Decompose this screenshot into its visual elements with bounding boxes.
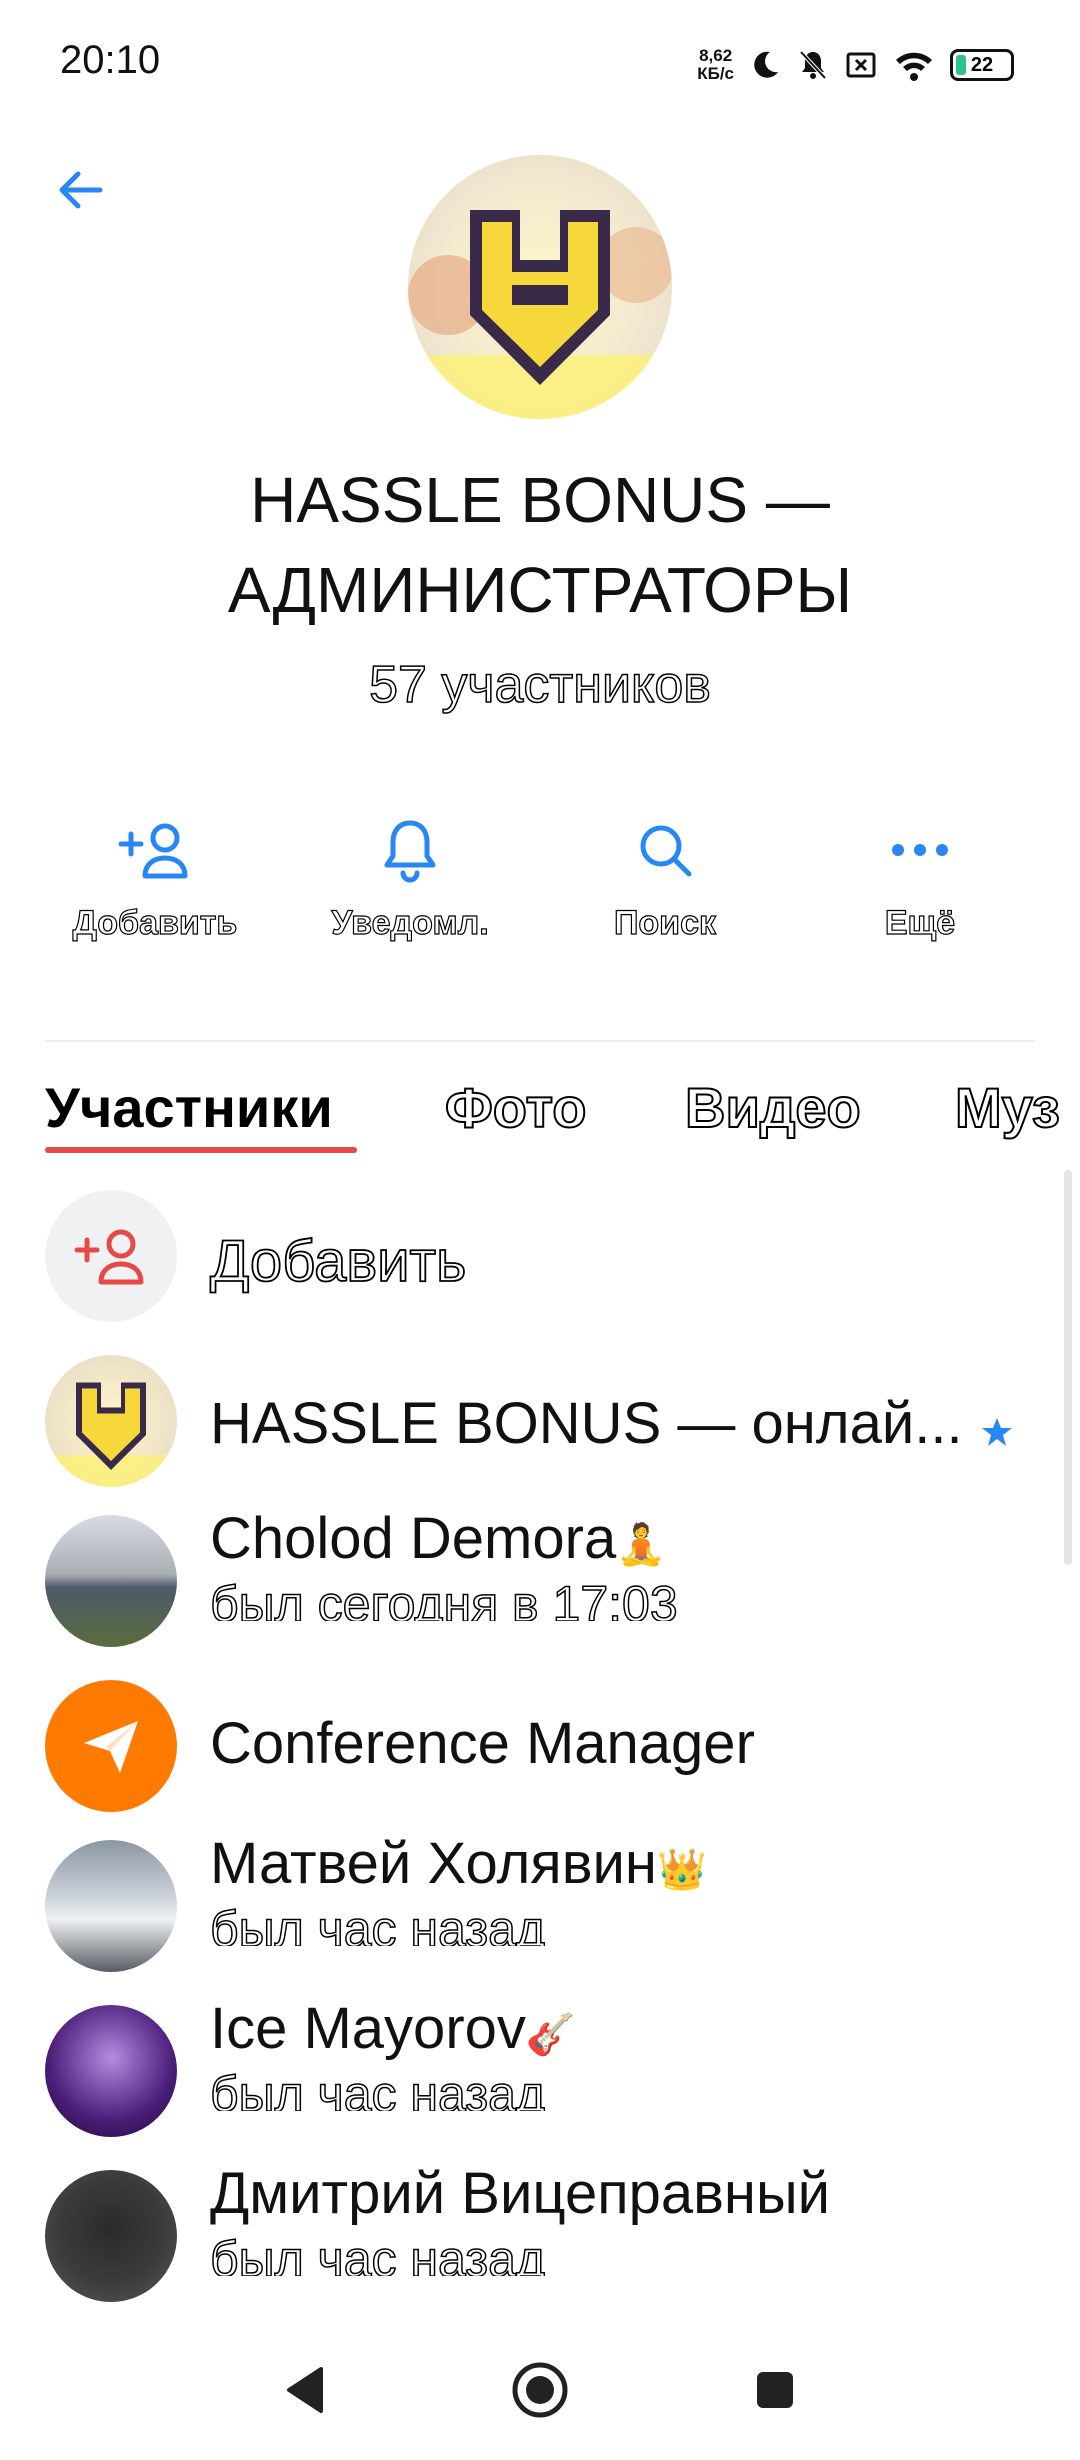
square-recents-icon (757, 2372, 793, 2408)
network-speed: 8,62 КБ/с (697, 47, 734, 83)
member-name: Cholod Demora🧘 (210, 1506, 667, 1571)
add-user-icon (74, 1229, 144, 1285)
back-arrow-icon (59, 171, 103, 209)
add-user-icon (118, 823, 188, 879)
members-count[interactable]: 57 участников (140, 655, 940, 715)
network-speed-unit: КБ/с (697, 64, 734, 83)
notifications-label: Уведомл. (331, 903, 490, 942)
notifications-action[interactable]: Уведомл. (310, 810, 510, 970)
tab-music[interactable]: Муз (954, 1075, 1061, 1140)
hassle-logo-icon (45, 1382, 177, 1487)
wifi-icon (896, 52, 932, 81)
hassle-logo-icon (408, 210, 672, 419)
status-bar: 20:10 8,62 КБ/с 22 (0, 0, 1080, 130)
tabs: Участники Фото Видео Муз (0, 1065, 1080, 1165)
home-circle-icon (512, 2362, 568, 2418)
member-row[interactable]: HASSLE BONUS — онлай... (0, 1345, 1080, 1505)
more-label: Ещё (884, 903, 956, 942)
action-row: Добавить Уведомл. Поиск Ещё (0, 810, 1080, 970)
status-emoji: 🎸 (525, 2013, 576, 2057)
member-name: Матвей Холявин👑 (210, 1831, 707, 1896)
tab-members[interactable]: Участники (45, 1075, 333, 1140)
member-name: Conference Manager (210, 1711, 755, 1776)
more-action[interactable]: Ещё (820, 810, 1020, 970)
member-name: Ice Mayorov🎸 (210, 1996, 576, 2061)
sim-x-icon (846, 52, 876, 78)
member-row[interactable]: Матвей Холявин👑 был час назад (0, 1830, 1080, 1990)
member-name: HASSLE BONUS — онлай... (210, 1391, 963, 1456)
member-name: Дмитрий Вицеправный (210, 2161, 831, 2226)
group-title: HASSLE BONUS — АДМИНИСТРАТОРЫ (227, 464, 853, 626)
search-label: Поиск (613, 903, 717, 942)
add-member-row[interactable]: Добавить (0, 1180, 1080, 1340)
member-status: был час назад (210, 2230, 546, 2276)
star-icon (982, 1418, 1012, 1446)
battery-level: 22 (970, 53, 994, 76)
tab-video[interactable]: Видео (684, 1075, 862, 1140)
triangle-back-icon (287, 2367, 323, 2413)
add-member-avatar (45, 1190, 177, 1322)
group-avatar[interactable] (408, 155, 672, 419)
member-avatar (45, 1840, 177, 1972)
status-emoji: 🧘 (616, 1523, 667, 1567)
member-avatar (45, 1515, 177, 1647)
paper-plane-icon (84, 1721, 138, 1773)
network-speed-value: 8,62 (699, 46, 733, 65)
bell-icon (384, 820, 436, 883)
status-emoji: 👑 (656, 1848, 707, 1892)
tab-photo[interactable]: Фото (444, 1075, 588, 1140)
more-icon (892, 844, 948, 856)
member-avatar (45, 2170, 177, 2302)
status-time: 20:10 (60, 38, 161, 82)
active-tab-underline (45, 1147, 357, 1153)
back-button[interactable] (40, 150, 120, 230)
member-avatar (45, 1355, 177, 1487)
search-action[interactable]: Поиск (565, 810, 765, 970)
search-icon (640, 825, 692, 877)
divider (45, 1040, 1035, 1042)
member-status: был час назад (210, 1900, 546, 1946)
nav-back-button[interactable] (265, 2350, 345, 2430)
add-member-action[interactable]: Добавить (55, 810, 255, 970)
member-row[interactable]: Conference Manager (0, 1670, 1080, 1830)
member-status: был час назад (210, 2065, 546, 2111)
muted-bell-icon (799, 50, 827, 80)
add-member-label: Добавить (72, 903, 238, 942)
member-avatar (45, 2005, 177, 2137)
battery-indicator: 22 (950, 49, 1014, 81)
member-status: был сегодня в 17:03 (210, 1575, 678, 1621)
status-icons: 8,62 КБ/с 22 (697, 40, 1014, 90)
nav-recents-button[interactable] (735, 2350, 815, 2430)
member-row[interactable]: Ice Mayorov🎸 был час назад (0, 1995, 1080, 2155)
add-member-text: Добавить (209, 1228, 467, 1295)
conference-manager-avatar (45, 1680, 177, 1812)
moon-icon (754, 51, 778, 78)
member-row[interactable]: Cholod Demora🧘 был сегодня в 17:03 (0, 1505, 1080, 1665)
nav-home-button[interactable] (500, 2350, 580, 2430)
system-nav-bar (0, 2320, 1080, 2460)
member-row[interactable]: Дмитрий Вицеправный был час назад (0, 2160, 1080, 2320)
